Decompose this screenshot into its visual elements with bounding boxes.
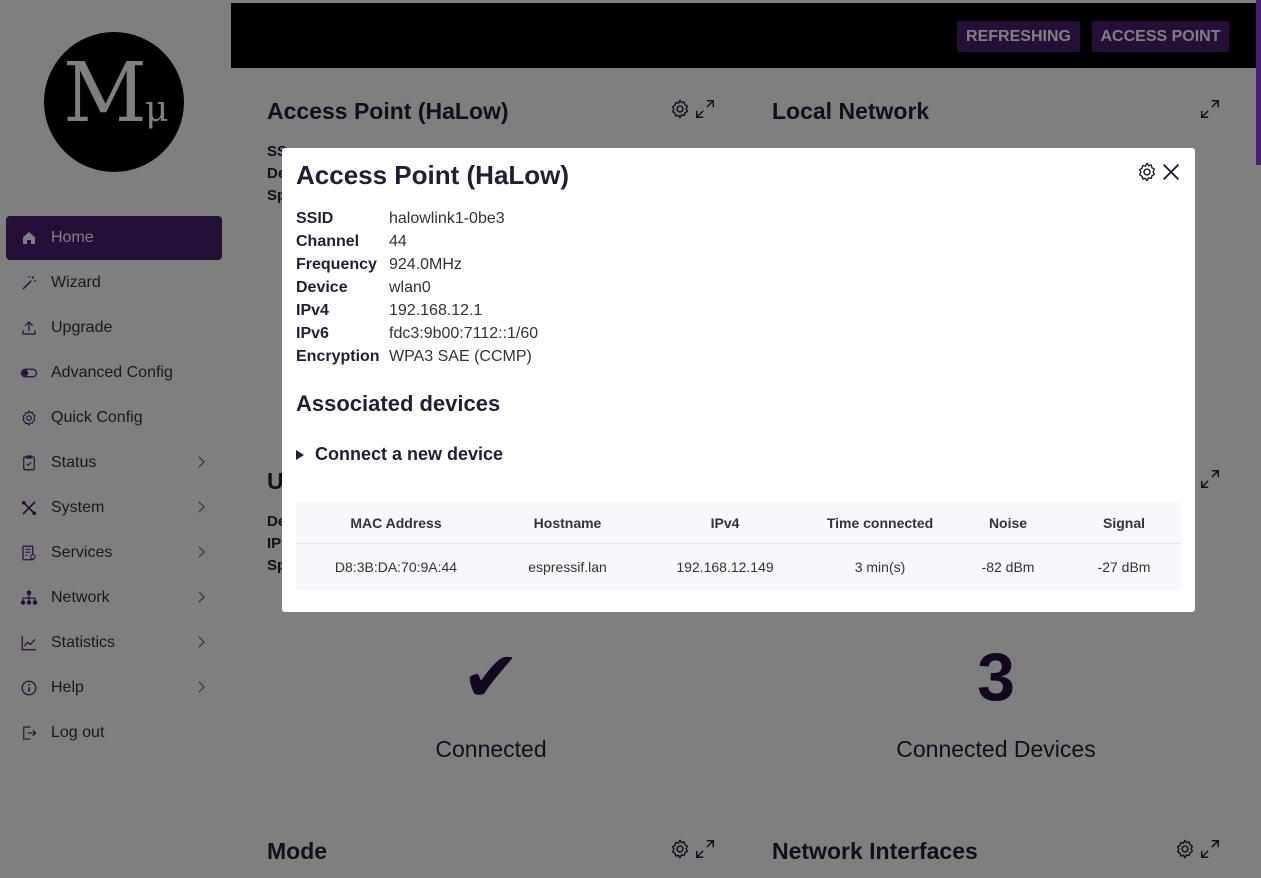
- info-value: WPA3 SAE (CCMP): [389, 348, 532, 365]
- info-row-ipv4: IPv4 192.168.12.1: [296, 299, 538, 322]
- table-body: D8:3B:DA:70:9A:44 espressif.lan 192.168.12…: [296, 544, 1181, 590]
- close-icon[interactable]: [1160, 161, 1182, 183]
- info-row-frequency: Frequency 924.0MHz: [296, 253, 538, 276]
- column-header: MAC Address: [350, 514, 442, 531]
- access-point-info: SSID halowlink1-0be3 Channel 44 Frequency 924…: [296, 207, 538, 368]
- info-row-encryption: Encryption WPA3 SAE (CCMP): [296, 345, 538, 368]
- info-label: IPv4: [296, 302, 329, 319]
- info-value: wlan0: [389, 279, 431, 296]
- info-row-ipv6: IPv6 fdc3:9b00:7112::1/60: [296, 322, 538, 345]
- scrollbar-thumb[interactable]: [1256, 0, 1261, 165]
- column-header: Noise: [988, 514, 1028, 531]
- info-label: Frequency: [296, 256, 377, 273]
- info-label: Encryption: [296, 348, 380, 365]
- info-row-device: Device wlan0: [296, 276, 538, 299]
- table-cell: D8:3B:DA:70:9A:44: [334, 559, 458, 575]
- info-label: IPv6: [296, 325, 329, 342]
- associated-devices-table: MAC Address Hostname IPv4 Time connected Noi…: [296, 502, 1181, 590]
- table-cell: 192.168.12.149: [676, 559, 774, 575]
- connect-new-device-label: Connect a new device: [315, 444, 504, 464]
- info-label: Device: [296, 279, 348, 296]
- modal-title: Access Point (HaLow): [296, 160, 570, 190]
- info-value: 44: [389, 233, 407, 250]
- disclosure-triangle-icon: [296, 449, 304, 460]
- info-row-channel: Channel 44: [296, 230, 538, 253]
- column-header: Hostname: [533, 514, 602, 531]
- table-header-row: MAC Address Hostname IPv4 Time connected Noi…: [296, 502, 1181, 544]
- column-header: Time connected: [826, 514, 934, 531]
- table-cell: -27 dBm: [1097, 559, 1151, 575]
- info-value: halowlink1-0be3: [389, 210, 505, 227]
- info-label: Channel: [296, 233, 360, 250]
- gear-icon[interactable]: [1136, 161, 1158, 183]
- column-header: Signal: [1102, 514, 1145, 531]
- info-label: SSID: [296, 210, 334, 227]
- connect-new-device-toggle[interactable]: Connect a new device: [296, 444, 503, 465]
- table-cell: -82 dBm: [981, 559, 1035, 575]
- column-header: IPv4: [710, 514, 740, 531]
- info-value: 924.0MHz: [389, 256, 462, 273]
- info-value: 192.168.12.1: [389, 302, 483, 319]
- table-row: D8:3B:DA:70:9A:44 espressif.lan 192.168.12…: [296, 544, 1181, 590]
- associated-devices-title: Associated devices: [296, 391, 501, 416]
- info-row-ssid: SSID halowlink1-0be3: [296, 207, 538, 230]
- access-point-modal: Access Point (HaLow) SSID halowlink1-0be3…: [282, 148, 1195, 612]
- table-cell: 3 min(s): [854, 559, 906, 575]
- info-value: fdc3:9b00:7112::1/60: [389, 325, 539, 342]
- table-cell: espressif.lan: [528, 559, 607, 575]
